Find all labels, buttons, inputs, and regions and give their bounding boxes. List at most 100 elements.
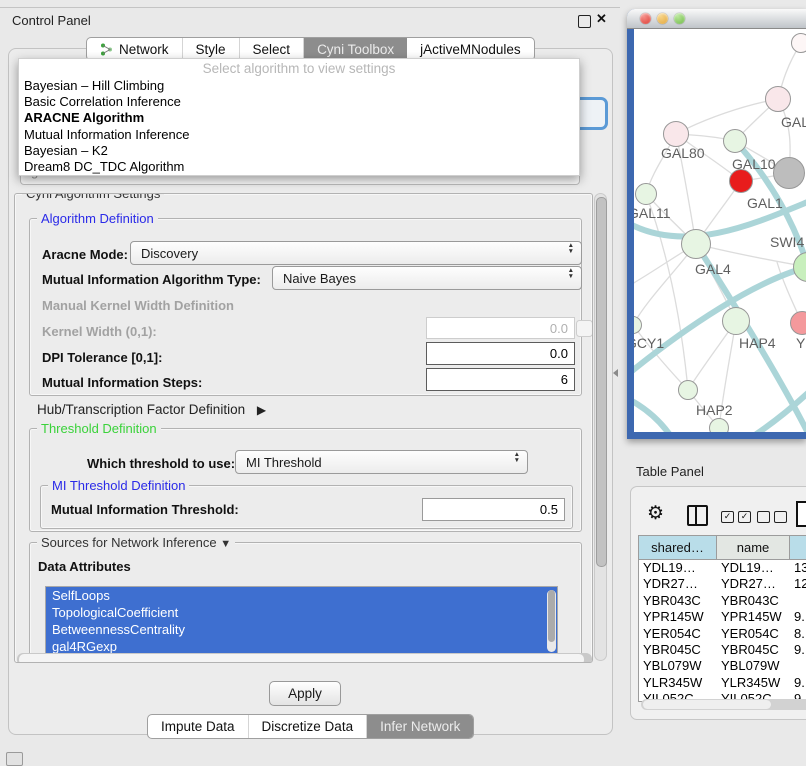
dpi-tolerance-label: DPI Tolerance [0,1]:	[42, 350, 162, 365]
network-node-label: GAL1	[747, 195, 783, 211]
aracne-mode-value: Discovery	[141, 246, 198, 261]
tab-network[interactable]: Network	[87, 38, 183, 60]
tab-jactivemnodules[interactable]: jActiveMNodules	[407, 38, 534, 60]
sources-group-title[interactable]: Sources for Network Inference ▼	[37, 535, 235, 550]
aracne-mode-select[interactable]: Discovery ▲▼	[130, 241, 582, 265]
data-attributes-label: Data Attributes	[38, 559, 131, 574]
collapse-arrow-icon[interactable]: ▼	[220, 538, 231, 550]
table-header-cell[interactable]: A	[790, 536, 806, 560]
panel-corner-button[interactable]	[6, 752, 23, 766]
network-view-window: GALGAL80GAL10GAL1GAL11GAL4SWI4GCY1HAP4YH…	[627, 9, 806, 439]
algorithm-options: Bayesian – Hill ClimbingBasic Correlatio…	[19, 78, 579, 175]
close-icon[interactable]: ✕	[596, 11, 607, 27]
table-header-row: shared…nameA	[639, 536, 806, 560]
cyni-algorithm-settings-group: Cyni Algorithm Settings Algorithm Defini…	[14, 193, 593, 663]
network-node-label: GAL11	[634, 205, 671, 221]
network-node-gal1[interactable]	[729, 169, 753, 193]
network-canvas[interactable]: GALGAL80GAL10GAL1GAL11GAL4SWI4GCY1HAP4YH…	[634, 29, 806, 432]
settings-vertical-scrollbar[interactable]	[594, 193, 607, 661]
attribute-item[interactable]: SelfLoops	[46, 587, 557, 604]
table-cell: YDR27…	[639, 576, 717, 592]
tab-style[interactable]: Style	[183, 38, 240, 60]
table-horizontal-scrollbar[interactable]	[641, 699, 806, 710]
apply-button[interactable]: Apply	[269, 681, 341, 706]
mi-threshold-field[interactable]: 0.5	[422, 498, 565, 521]
table-row[interactable]: YBL079WYBL079W	[639, 658, 806, 674]
control-panel-window: Control Panel ✕ NetworkStyleSelectCyni T…	[0, 7, 620, 734]
deselect-all-columns-icon[interactable]	[757, 511, 787, 523]
mi-type-label: Mutual Information Algorithm Type:	[42, 272, 261, 287]
attribute-item[interactable]: TopologicalCoefficient	[46, 604, 557, 621]
float-window-icon[interactable]	[578, 15, 591, 28]
hub-tf-label: Hub/Transcription Factor Definition	[37, 402, 245, 417]
network-node-gal[interactable]	[765, 86, 791, 112]
network-node[interactable]	[791, 33, 806, 53]
dpi-tolerance-field[interactable]: 0.0	[426, 342, 575, 365]
table-row[interactable]: YPR145WYPR145W9.	[639, 609, 806, 625]
which-threshold-select[interactable]: MI Threshold ▲▼	[235, 450, 528, 474]
mi-type-value: Naive Bayes	[283, 271, 356, 286]
tab-cyni-toolbox[interactable]: Cyni Toolbox	[304, 38, 407, 60]
mi-threshold-label: Mutual Information Threshold:	[51, 502, 239, 517]
table-row[interactable]: YDL19…YDL19…13	[639, 560, 806, 576]
document-icon[interactable]	[796, 501, 806, 527]
table-row[interactable]: YLR345WYLR345W9.	[639, 675, 806, 691]
table-cell: YER054C	[639, 626, 717, 642]
mi-steps-field[interactable]: 6	[426, 368, 575, 391]
network-node-gal4[interactable]	[681, 229, 711, 259]
attributes-vertical-scrollbar[interactable]	[547, 590, 556, 652]
table-row[interactable]: YER054CYER054C8.	[639, 626, 806, 642]
algorithm-option[interactable]: Dream8 DC_TDC Algorithm	[19, 159, 579, 175]
mi-threshold-group: MI Threshold Definition Mutual Informati…	[40, 485, 573, 529]
table-cell: YDR27…	[717, 576, 790, 592]
network-edge	[646, 194, 688, 390]
algorithm-option[interactable]: Basic Correlation Inference	[19, 94, 579, 110]
expand-arrow-icon[interactable]: ▶	[257, 403, 266, 417]
network-node[interactable]	[709, 418, 729, 432]
data-attributes-list: SelfLoopsTopologicalCoefficientBetweenne…	[45, 586, 558, 663]
node-table: shared…nameA YDL19…YDL19…13YDR27…YDR27…1…	[638, 535, 806, 702]
network-node-hap2[interactable]	[678, 380, 698, 400]
select-all-columns-icon[interactable]: ✓✓	[721, 511, 751, 523]
network-node-gal80[interactable]	[663, 121, 689, 147]
spinner-icon[interactable]: ▲▼	[568, 243, 574, 254]
tab-infer-network[interactable]: Infer Network	[367, 715, 473, 738]
network-node-label: GAL80	[661, 145, 705, 161]
minimize-traffic-light[interactable]	[657, 13, 668, 24]
table-header-cell[interactable]: shared…	[639, 536, 717, 560]
tab-impute-data[interactable]: Impute Data	[148, 715, 249, 738]
spinner-icon[interactable]: ▲▼	[514, 452, 520, 463]
splitter-handle[interactable]	[613, 369, 618, 377]
network-window-titlebar[interactable]	[627, 9, 806, 29]
table-header-cell[interactable]: name	[717, 536, 790, 560]
settings-horizontal-scrollbar[interactable]	[17, 653, 592, 663]
hub-tf-section-toggle[interactable]: Hub/Transcription Factor Definition ▶	[37, 402, 266, 417]
network-node-hap4[interactable]	[722, 307, 750, 335]
algorithm-option[interactable]: Bayesian – Hill Climbing	[19, 78, 579, 94]
column-settings-icon[interactable]	[687, 505, 708, 526]
algorithm-option[interactable]: ARACNE Algorithm	[19, 110, 579, 126]
tab-discretize-data[interactable]: Discretize Data	[249, 715, 368, 738]
close-traffic-light[interactable]	[640, 13, 651, 24]
network-node[interactable]	[773, 157, 805, 189]
attribute-item[interactable]: BetweennessCentrality	[46, 621, 557, 638]
table-cell: YPR145W	[639, 609, 717, 625]
gear-icon[interactable]: ⚙	[647, 504, 664, 523]
tab-select[interactable]: Select	[240, 38, 305, 60]
mi-type-select[interactable]: Naive Bayes ▲▼	[272, 266, 582, 290]
table-row[interactable]: YDR27…YDR27…12	[639, 576, 806, 592]
table-row[interactable]: YBR043CYBR043C	[639, 593, 806, 609]
network-node-gal11[interactable]	[635, 183, 657, 205]
network-node-gal10[interactable]	[723, 129, 747, 153]
spinner-icon[interactable]: ▲▼	[568, 268, 574, 279]
algorithm-option[interactable]: Bayesian – K2	[19, 143, 579, 159]
kernel-width-field[interactable]: 0.0	[426, 317, 575, 339]
cyni-bottom-tab-bar: Impute DataDiscretize DataInfer Network	[147, 714, 474, 739]
table-cell: 9.	[790, 675, 806, 691]
mi-steps-label: Mutual Information Steps:	[42, 375, 202, 390]
table-row[interactable]: YBR045CYBR045C9.	[639, 642, 806, 658]
algorithm-option[interactable]: Mutual Information Inference	[19, 127, 579, 143]
table-cell: YLR345W	[717, 675, 790, 691]
manual-kernel-checkbox[interactable]	[576, 320, 593, 337]
zoom-traffic-light[interactable]	[674, 13, 685, 24]
